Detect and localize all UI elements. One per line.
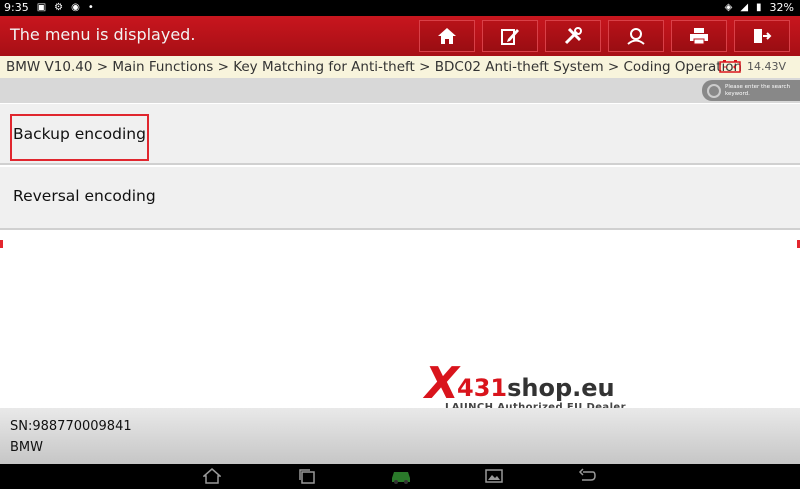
battery-voltage-icon: [719, 60, 741, 73]
gallery-icon[interactable]: [485, 468, 503, 488]
breadcrumb: BMW V10.40 > Main Functions > Key Matchi…: [0, 56, 800, 79]
report-button[interactable]: [482, 20, 538, 52]
user-icon: [627, 28, 645, 45]
menu-item-reversal-encoding[interactable]: Reversal encoding: [0, 167, 800, 230]
vehicle-make: BMW: [10, 440, 43, 455]
wifi-icon: ◉: [71, 2, 80, 13]
location-icon: ◈: [724, 2, 733, 13]
watermark-domain: shop.eu: [507, 374, 615, 402]
left-edge-marker: [0, 240, 3, 248]
printer-icon: [690, 28, 708, 45]
battery-icon: ▮: [756, 2, 762, 13]
edit-icon: [501, 29, 519, 45]
navigation-bar: [0, 464, 800, 489]
image-icon: ▣: [36, 2, 47, 13]
home-button[interactable]: [419, 20, 475, 52]
watermark-logo: X 431shop.eu LAUNCH Authorized EU Dealer: [425, 362, 626, 414]
print-button[interactable]: [671, 20, 727, 52]
home-icon: [438, 28, 456, 44]
back-icon[interactable]: [578, 468, 596, 488]
exit-button[interactable]: [734, 20, 790, 52]
title-bar: The menu is displayed.: [0, 16, 800, 56]
search-icon: [707, 83, 721, 98]
status-bar: 9:35 ▣ ⚙ ◉ • ◈ ◢ ▮ 32%: [0, 0, 800, 16]
battery-level: 32%: [769, 1, 794, 14]
voltage-value: 14.43V: [746, 59, 786, 73]
menu-item-label: Reversal encoding: [13, 187, 156, 205]
tools-icon: [564, 27, 582, 45]
tools-button[interactable]: [545, 20, 601, 52]
signal-icon: ◢: [740, 2, 749, 13]
exit-icon: [754, 29, 772, 43]
menu-item-backup-encoding[interactable]: Backup encoding: [0, 104, 800, 165]
breadcrumb-path: BMW V10.40 > Main Functions > Key Matchi…: [6, 59, 743, 75]
watermark-text: 431shop.eu: [457, 374, 615, 402]
voltage-indicator: 14.43V: [719, 59, 786, 73]
toolbar-strip: [0, 78, 800, 103]
page-title: The menu is displayed.: [10, 25, 196, 44]
search-placeholder: Please enter the search keyword.: [725, 83, 791, 97]
home-icon[interactable]: [202, 468, 222, 488]
watermark-num: 431: [457, 374, 508, 402]
serial-number: SN:988770009841: [10, 419, 132, 434]
settings-icon: ⚙: [54, 2, 64, 13]
user-button[interactable]: [608, 20, 664, 52]
recents-icon[interactable]: [298, 468, 316, 488]
car-icon[interactable]: [390, 468, 412, 488]
search-input[interactable]: Please enter the search keyword.: [702, 80, 800, 101]
dot-icon: •: [87, 2, 94, 13]
clock: 9:35: [4, 1, 29, 14]
footer-info: SN:988770009841 BMW: [0, 408, 800, 464]
menu-item-label: Backup encoding: [13, 125, 146, 143]
